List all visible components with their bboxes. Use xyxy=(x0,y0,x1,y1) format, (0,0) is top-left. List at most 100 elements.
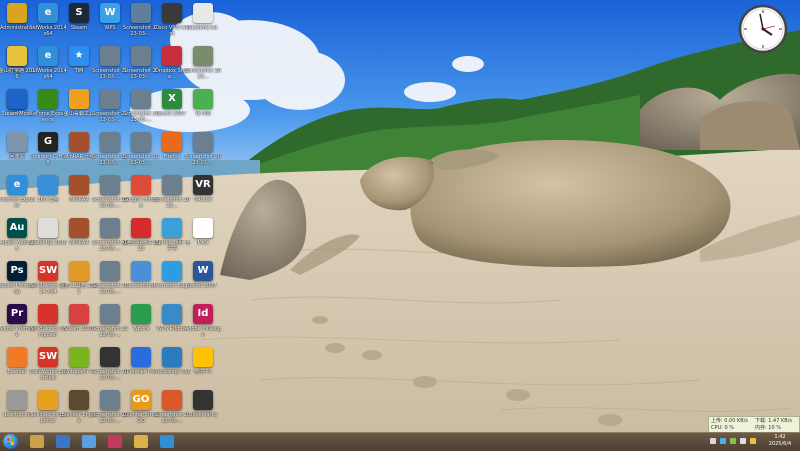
bookmark-icon xyxy=(193,390,213,410)
winrar-icon xyxy=(69,218,89,238)
desktop-icon-label: Screenshot 2023-03-... xyxy=(185,154,221,166)
screenshot-icon xyxy=(193,132,213,152)
taskbar-clock[interactable]: 1:42 2025/6/4 xyxy=(762,434,798,448)
system-tray: 1:42 2025/6/4 xyxy=(690,433,800,451)
tray-network-icon[interactable] xyxy=(730,438,736,444)
vr-icon: VR xyxy=(193,175,213,195)
nvidia-icon xyxy=(38,89,58,109)
start-button[interactable] xyxy=(3,434,18,449)
vpn-icon xyxy=(162,3,182,23)
folder-user-icon xyxy=(7,3,27,23)
screenshot-icon xyxy=(162,390,182,410)
wps-icon: W xyxy=(100,3,120,23)
tray-arrow-icon[interactable] xyxy=(710,438,716,444)
solidworks-icon: SW xyxy=(38,261,58,281)
windows-logo-icon xyxy=(7,438,14,445)
network-icon[interactable] xyxy=(56,435,70,448)
edge-icon xyxy=(162,261,182,281)
browser-icon[interactable] xyxy=(82,435,96,448)
media-player-icon[interactable] xyxy=(108,435,122,448)
blender-icon xyxy=(7,347,27,367)
solidworks-icon xyxy=(38,390,58,410)
ebook-icon xyxy=(162,218,182,238)
screenshot-icon xyxy=(100,89,120,109)
screenshot-icon xyxy=(131,89,151,109)
edge-icon[interactable] xyxy=(160,435,174,448)
photoshop-icon: Ps xyxy=(7,261,27,281)
desktop-icon-label: Readme.txt xyxy=(188,25,218,31)
explorer-icon[interactable] xyxy=(134,435,148,448)
winrar-icon xyxy=(69,132,89,152)
ie-icon: e xyxy=(38,3,58,23)
chrome-icon xyxy=(131,175,151,195)
browser-icon xyxy=(38,175,58,195)
mkv-icon xyxy=(193,218,213,238)
analog-clock-gadget[interactable] xyxy=(738,4,788,54)
app-icon xyxy=(131,304,151,324)
winrar-icon xyxy=(69,175,89,195)
clock-face-icon xyxy=(738,4,788,54)
typing-icon xyxy=(7,46,27,66)
audition-icon: Au xyxy=(7,218,27,238)
upload-speed: 上传: 0.00 KB/s xyxy=(711,418,748,424)
wps-icon xyxy=(162,304,182,324)
screenshot-icon xyxy=(100,218,120,238)
download-speed: 下载: 1.47 KB/s xyxy=(755,418,792,424)
screenshot-icon xyxy=(100,132,120,152)
sketchup-icon xyxy=(38,218,58,238)
steam-icon: S xyxy=(69,3,89,23)
screenshot-icon xyxy=(131,46,151,66)
engine-icon xyxy=(69,390,89,410)
screenshot-icon xyxy=(131,261,151,281)
ie-icon: e xyxy=(38,46,58,66)
screenshot-icon xyxy=(131,132,151,152)
excel-icon: X xyxy=(162,89,182,109)
text-file-icon xyxy=(193,3,213,23)
tim-icon: ★ xyxy=(69,46,89,66)
solidworks-icon xyxy=(38,304,58,324)
desktop-icon-label: Steam Mods xyxy=(1,111,33,117)
desktop-icon-label: Screenshot 2023... xyxy=(185,68,221,80)
notepad-icon xyxy=(69,347,89,367)
taskbar-time: 1:42 xyxy=(774,434,786,440)
ie-icon xyxy=(69,304,89,324)
desktop-icon-label: Ya Mei xyxy=(195,111,211,117)
screenshot-icon xyxy=(100,347,120,367)
desktop-icon-label: 金山打字通 2016 xyxy=(0,68,36,80)
solidworks-icon: SW xyxy=(38,347,58,367)
screenshot-icon xyxy=(162,175,182,195)
desktop-icon-label: Bookmarks xyxy=(189,412,217,418)
tray-app-icon[interactable] xyxy=(720,438,726,444)
ie-icon: e xyxy=(7,175,27,195)
red-circle-icon xyxy=(131,218,151,238)
recycle-bin-icon xyxy=(7,132,27,152)
browser-icon xyxy=(7,89,27,109)
ini-file-icon xyxy=(7,390,27,410)
user-folder-icon[interactable] xyxy=(30,435,44,448)
premiere-icon xyxy=(131,347,151,367)
antivirus-icon xyxy=(69,89,89,109)
tray-volume-icon[interactable] xyxy=(740,438,746,444)
screenshot-icon xyxy=(193,46,213,66)
wechat-icon xyxy=(193,347,213,367)
premiere-icon: Pr xyxy=(7,304,27,324)
tray-flag-icon[interactable] xyxy=(750,438,756,444)
taskbar: 1:42 2025/6/4 xyxy=(0,432,800,451)
toolbox-icon xyxy=(69,261,89,281)
indesign-icon: Id xyxy=(193,304,213,324)
screenshot-icon xyxy=(100,390,120,410)
desktop-icon-grid: Administrator e SldWorks 2014 x64 S Steam W WP… xyxy=(0,0,240,432)
desktop-icon-label: Word 2007 xyxy=(189,283,217,289)
screenshot-icon xyxy=(100,175,120,195)
desktop-icon-label: VRChat xyxy=(193,197,213,203)
csgo-icon: GO xyxy=(131,390,151,410)
yamei-icon xyxy=(193,89,213,109)
taskbar-date: 2025/6/4 xyxy=(768,441,792,447)
share-icon xyxy=(162,46,182,66)
logitech-icon: G xyxy=(38,132,58,152)
cpu-usage: CPU: 0 % xyxy=(711,425,734,431)
screenshot-icon xyxy=(100,261,120,281)
screenshot-icon xyxy=(131,3,151,23)
word-icon: W xyxy=(193,261,213,281)
desktop-icon-label: 微信 PC xyxy=(193,369,213,375)
